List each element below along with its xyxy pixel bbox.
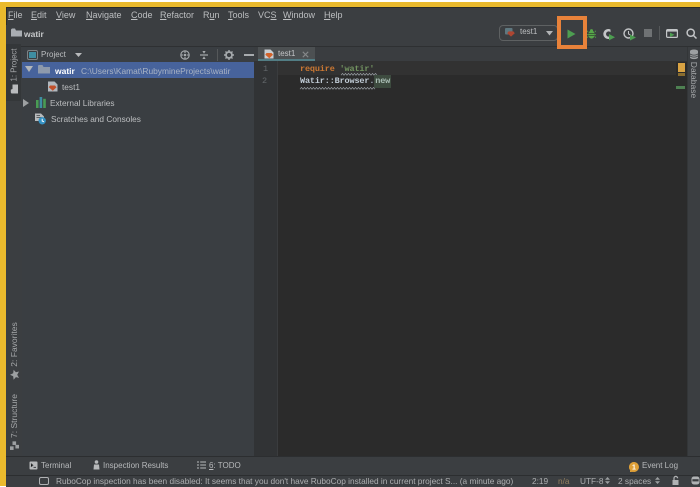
- svg-text:1: 1: [632, 465, 636, 472]
